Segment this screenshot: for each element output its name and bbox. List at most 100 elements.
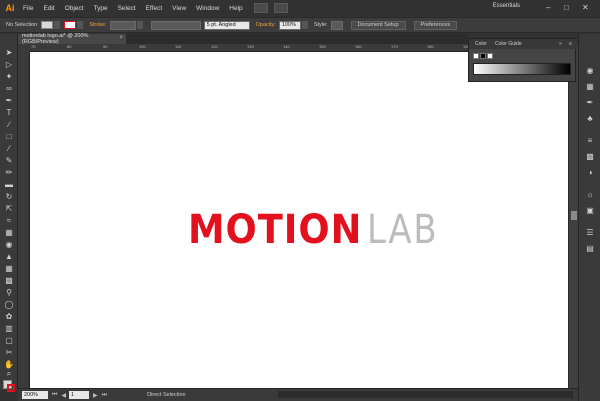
menu-window[interactable]: Window bbox=[191, 5, 224, 12]
symbols-panel-icon[interactable]: ♣ bbox=[584, 112, 596, 124]
appearance-panel-icon[interactable]: ☼ bbox=[584, 188, 596, 200]
fill-dropdown-icon[interactable] bbox=[54, 21, 61, 29]
eraser-tool-icon[interactable]: ▬ bbox=[3, 178, 15, 190]
stroke-swatch[interactable] bbox=[64, 21, 77, 29]
stroke-label[interactable]: Stroke: bbox=[89, 22, 106, 28]
shape-builder-tool-icon[interactable]: ◉ bbox=[3, 238, 15, 250]
stroke-weight-field[interactable] bbox=[109, 20, 136, 30]
document-tab[interactable]: motionlab logo.ai* @ 200% (RGB/Preview) … bbox=[18, 33, 126, 45]
brush-definition-field[interactable]: 5 pt. Angled bbox=[203, 20, 250, 30]
pen-tool-icon[interactable]: ✒ bbox=[3, 94, 15, 106]
tab-color[interactable]: Color bbox=[475, 41, 487, 47]
stroke-panel-icon[interactable]: ≡ bbox=[584, 134, 596, 146]
next-artboard-icon[interactable]: ▶ bbox=[93, 392, 98, 399]
rectangle-tool-icon[interactable]: □ bbox=[3, 130, 15, 142]
none-swatch[interactable] bbox=[473, 53, 479, 59]
scale-tool-icon[interactable]: ⇱ bbox=[3, 202, 15, 214]
zoom-tool-icon[interactable]: ⌕ bbox=[3, 368, 15, 380]
opacity-dropdown-icon[interactable] bbox=[301, 21, 308, 29]
menu-view[interactable]: View bbox=[167, 5, 191, 12]
artboard-number-field[interactable]: 1 bbox=[69, 391, 90, 399]
ruler-tick: 150 bbox=[319, 44, 326, 49]
tab-color-guide[interactable]: Color Guide bbox=[495, 41, 522, 47]
preferences-button[interactable]: Preferences bbox=[413, 20, 458, 30]
type-tool-icon[interactable]: T bbox=[3, 106, 15, 118]
last-artboard-icon[interactable]: ⏭ bbox=[102, 392, 107, 399]
menu-select[interactable]: Select bbox=[113, 5, 141, 12]
magic-wand-tool-icon[interactable]: ✦ bbox=[3, 70, 15, 82]
bridge-icon[interactable] bbox=[253, 3, 268, 13]
gradient-panel-icon[interactable]: ▩ bbox=[584, 150, 596, 162]
close-icon[interactable]: ✕ bbox=[582, 3, 589, 12]
opacity-label[interactable]: Opacity: bbox=[256, 22, 276, 28]
brushes-panel-icon[interactable]: ✒ bbox=[584, 96, 596, 108]
minimize-icon[interactable]: – bbox=[546, 3, 550, 12]
scrollbar-thumb[interactable] bbox=[571, 211, 577, 220]
vertical-scrollbar[interactable] bbox=[568, 44, 578, 388]
artboards-panel-icon[interactable]: ▤ bbox=[584, 242, 596, 254]
workspace-switcher[interactable]: Essentials bbox=[493, 3, 520, 9]
artboard-canvas[interactable]: MOTION LAB bbox=[30, 52, 568, 388]
white-swatch[interactable] bbox=[487, 53, 493, 59]
transparency-panel-icon[interactable]: ◑ bbox=[584, 166, 596, 178]
free-transform-tool-icon[interactable]: ▦ bbox=[3, 226, 15, 238]
variable-width-field[interactable] bbox=[150, 20, 201, 30]
stroke-color-box[interactable] bbox=[7, 384, 15, 392]
color-spectrum-bar[interactable] bbox=[473, 63, 571, 75]
maximize-icon[interactable]: □ bbox=[564, 3, 569, 12]
pencil-tool-icon[interactable]: ✎ bbox=[3, 154, 15, 166]
panel-menu-icon[interactable]: ≡ bbox=[569, 41, 572, 47]
artboard-tool-icon[interactable]: ▢ bbox=[3, 334, 15, 346]
logo-text-lab[interactable]: LAB bbox=[367, 207, 438, 253]
menu-effect[interactable]: Effect bbox=[141, 5, 168, 12]
rotate-tool-icon[interactable]: ↻ bbox=[3, 190, 15, 202]
black-swatch[interactable] bbox=[480, 53, 486, 59]
horizontal-scrollbar[interactable] bbox=[278, 391, 573, 398]
vertical-ruler[interactable] bbox=[18, 52, 30, 388]
menu-help[interactable]: Help bbox=[224, 5, 247, 12]
ruler-origin[interactable] bbox=[18, 44, 30, 52]
stroke-weight-dropdown-icon[interactable] bbox=[136, 21, 143, 29]
swatches-panel-icon[interactable]: ▦ bbox=[584, 80, 596, 92]
status-current-tool[interactable]: Direct Selection bbox=[147, 392, 186, 398]
width-tool-icon[interactable]: ≈ bbox=[3, 214, 15, 226]
column-graph-tool-icon[interactable]: ▥ bbox=[3, 322, 15, 334]
mesh-tool-icon[interactable]: ▦ bbox=[3, 262, 15, 274]
blob-brush-tool-icon[interactable]: ✏ bbox=[3, 166, 15, 178]
previous-artboard-icon[interactable]: ◀ bbox=[61, 392, 66, 399]
eyedropper-tool-icon[interactable]: ⚲ bbox=[3, 286, 15, 298]
close-tab-icon[interactable]: × bbox=[119, 35, 123, 41]
menu-type[interactable]: Type bbox=[88, 5, 112, 12]
opacity-field[interactable]: 100% bbox=[278, 20, 301, 30]
graphic-styles-panel-icon[interactable]: ▣ bbox=[584, 204, 596, 216]
ruler-tick: 170 bbox=[391, 44, 398, 49]
first-artboard-icon[interactable]: ⏮ bbox=[52, 392, 57, 399]
perspective-grid-tool-icon[interactable]: ▲ bbox=[3, 250, 15, 262]
blend-tool-icon[interactable]: ◯ bbox=[3, 298, 15, 310]
arrange-documents-icon[interactable] bbox=[273, 3, 288, 13]
fill-stroke-selector[interactable] bbox=[3, 380, 15, 392]
fill-swatch[interactable] bbox=[41, 21, 54, 29]
symbol-sprayer-tool-icon[interactable]: ✿ bbox=[3, 310, 15, 322]
menu-file[interactable]: File bbox=[18, 5, 38, 12]
layers-panel-icon[interactable]: ☰ bbox=[584, 226, 596, 238]
collapse-panel-icon[interactable]: » bbox=[559, 41, 562, 47]
direct-selection-tool-icon[interactable]: ▷ bbox=[3, 58, 15, 70]
line-tool-icon[interactable]: ∕ bbox=[3, 118, 15, 130]
slice-tool-icon[interactable]: ✂ bbox=[3, 346, 15, 358]
color-panel-icon[interactable]: ◉ bbox=[584, 64, 596, 76]
selection-tool-icon[interactable]: ➤ bbox=[3, 46, 15, 58]
stroke-dropdown-icon[interactable] bbox=[77, 21, 84, 29]
menu-edit[interactable]: Edit bbox=[38, 5, 59, 12]
zoom-level-field[interactable]: 200% bbox=[22, 391, 48, 399]
style-swatch[interactable] bbox=[330, 20, 343, 30]
menu-object[interactable]: Object bbox=[60, 5, 89, 12]
paintbrush-tool-icon[interactable]: ⁄ bbox=[3, 142, 15, 154]
ruler-tick: 130 bbox=[247, 44, 254, 49]
lasso-tool-icon[interactable]: ∞ bbox=[3, 82, 15, 94]
document-setup-button[interactable]: Document Setup bbox=[350, 20, 406, 30]
style-label: Style: bbox=[313, 22, 328, 28]
gradient-tool-icon[interactable]: ▩ bbox=[3, 274, 15, 286]
motionlab-logo-artwork[interactable]: MOTION LAB bbox=[188, 207, 451, 253]
logo-text-motion[interactable]: MOTION bbox=[188, 207, 362, 253]
